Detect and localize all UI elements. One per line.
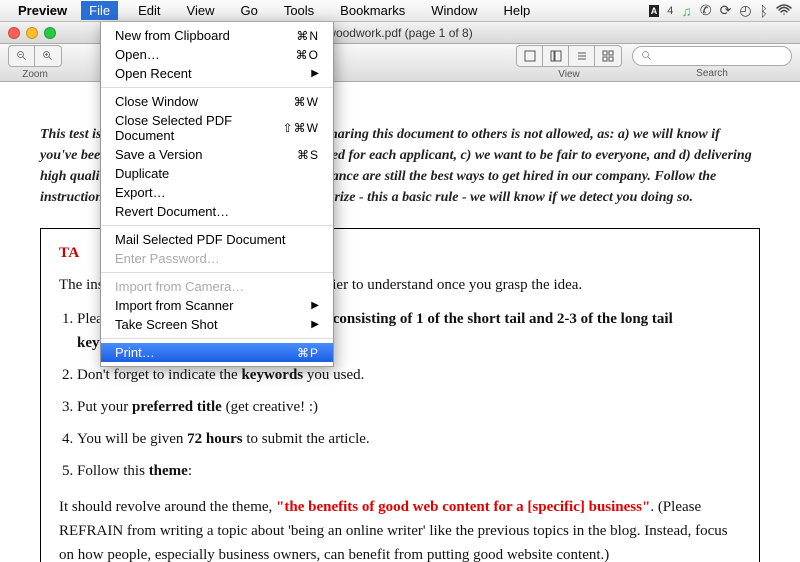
menu-item-label: Mail Selected PDF Document: [115, 232, 286, 247]
zoom-label: Zoom: [22, 69, 48, 80]
search-label: Search: [696, 68, 728, 79]
menu-edit[interactable]: Edit: [132, 1, 166, 20]
search-icon: [641, 50, 653, 62]
menu-item-export[interactable]: Export…: [101, 183, 333, 202]
bluetooth-icon[interactable]: ᛒ: [760, 3, 768, 19]
menu-item-revert-document[interactable]: Revert Document…: [101, 202, 333, 221]
menu-item-label: Import from Scanner: [115, 298, 234, 313]
menu-shortcut: ⌘P: [297, 346, 319, 360]
submenu-arrow-icon: ▶: [311, 319, 319, 330]
zoom-out-button[interactable]: [9, 46, 35, 66]
menu-bookmarks[interactable]: Bookmarks: [334, 1, 411, 20]
zoom-window-button[interactable]: [44, 27, 56, 39]
menu-separator: [101, 272, 333, 273]
menu-item-label: Revert Document…: [115, 204, 229, 219]
menu-item-open[interactable]: Open… ⌘O: [101, 45, 333, 64]
menu-shortcut: ⌘O: [296, 48, 319, 62]
view-toc-button[interactable]: [569, 46, 595, 66]
view-group: View: [516, 45, 622, 80]
menu-help[interactable]: Help: [497, 1, 536, 20]
list-item: Follow this theme:: [77, 459, 741, 483]
menu-item-label: Enter Password…: [115, 251, 220, 266]
menu-item-import-from-scanner[interactable]: Import from Scanner ▶: [101, 296, 333, 315]
menu-item-enter-password: Enter Password…: [101, 249, 333, 268]
menu-item-open-recent[interactable]: Open Recent ▶: [101, 64, 333, 83]
list-item: Put your preferred title (get creative! …: [77, 395, 741, 419]
menu-separator: [101, 225, 333, 226]
menu-item-label: Print…: [115, 345, 155, 360]
menu-item-duplicate[interactable]: Duplicate: [101, 164, 333, 183]
view-contact-sheet-button[interactable]: [595, 46, 621, 66]
submenu-arrow-icon: ▶: [311, 68, 319, 79]
menu-item-new-from-clipboard[interactable]: New from Clipboard ⌘N: [101, 26, 333, 45]
menu-item-close-window[interactable]: Close Window ⌘W: [101, 92, 333, 111]
menu-item-label: Import from Camera…: [115, 279, 244, 294]
zoom-group: Zoom: [8, 45, 62, 80]
menu-item-import-from-camera: Import from Camera…: [101, 277, 333, 296]
traffic-lights: [8, 27, 56, 39]
view-label: View: [558, 69, 580, 80]
menu-shortcut: ⌘W: [294, 95, 319, 109]
menu-view[interactable]: View: [181, 1, 221, 20]
wifi-icon[interactable]: [776, 3, 792, 19]
doc-theme-paragraph: It should revolve around the theme, "the…: [59, 495, 741, 562]
search-input[interactable]: [632, 46, 792, 66]
menu-item-label: Close Selected PDF Document: [115, 113, 283, 143]
menu-item-label: Take Screen Shot: [115, 317, 218, 332]
file-menu-dropdown: New from Clipboard ⌘N Open… ⌘O Open Recent ▶ C…: [100, 22, 334, 367]
menu-item-mail-selected-pdf-document[interactable]: Mail Selected PDF Document: [101, 230, 333, 249]
phone-icon[interactable]: ✆: [700, 2, 712, 19]
menu-file[interactable]: File: [81, 1, 118, 20]
adobe-icon[interactable]: A: [649, 5, 660, 17]
menubar-status-area: A 4 ♫ ✆ ⟳ ◴ ᛒ: [649, 2, 792, 19]
sync-icon[interactable]: ⟳: [720, 2, 732, 19]
menu-item-print[interactable]: Print… ⌘P: [101, 343, 333, 362]
app-name[interactable]: Preview: [18, 3, 67, 18]
close-window-button[interactable]: [8, 27, 20, 39]
view-thumbnails-button[interactable]: [543, 46, 569, 66]
menu-item-label: Open…: [115, 47, 160, 62]
menu-item-take-screen-shot[interactable]: Take Screen Shot ▶: [101, 315, 333, 334]
menu-item-label: Close Window: [115, 94, 198, 109]
menu-item-label: Save a Version: [115, 147, 202, 162]
search-group: Search: [632, 46, 792, 79]
adobe-badge: 4: [667, 5, 673, 17]
zoom-in-button[interactable]: [35, 46, 61, 66]
menu-item-label: Duplicate: [115, 166, 169, 181]
menu-item-label: Export…: [115, 185, 166, 200]
itunes-icon[interactable]: ♫: [681, 3, 692, 19]
menu-item-save-a-version[interactable]: Save a Version ⌘S: [101, 145, 333, 164]
menu-item-label: New from Clipboard: [115, 28, 230, 43]
menubar: Preview File Edit View Go Tools Bookmark…: [0, 0, 800, 22]
menu-item-close-selected-pdf-document[interactable]: Close Selected PDF Document⇧⌘W: [101, 111, 333, 145]
view-content-only-button[interactable]: [517, 46, 543, 66]
submenu-arrow-icon: ▶: [311, 300, 319, 311]
menu-window[interactable]: Window: [425, 1, 483, 20]
doc-theme-highlight: "the benefits of good web content for a …: [276, 499, 650, 515]
menu-tools[interactable]: Tools: [278, 1, 320, 20]
menu-separator: [101, 338, 333, 339]
clock-icon[interactable]: ◴: [739, 2, 751, 19]
menu-separator: [101, 87, 333, 88]
menu-shortcut: ⌘N: [296, 29, 319, 43]
minimize-window-button[interactable]: [26, 27, 38, 39]
list-item: You will be given 72 hours to submit the…: [77, 427, 741, 451]
menu-shortcut: ⌘S: [297, 148, 319, 162]
menu-shortcut: ⇧⌘W: [283, 121, 319, 135]
menu-item-label: Open Recent: [115, 66, 192, 81]
menu-go[interactable]: Go: [234, 1, 263, 20]
